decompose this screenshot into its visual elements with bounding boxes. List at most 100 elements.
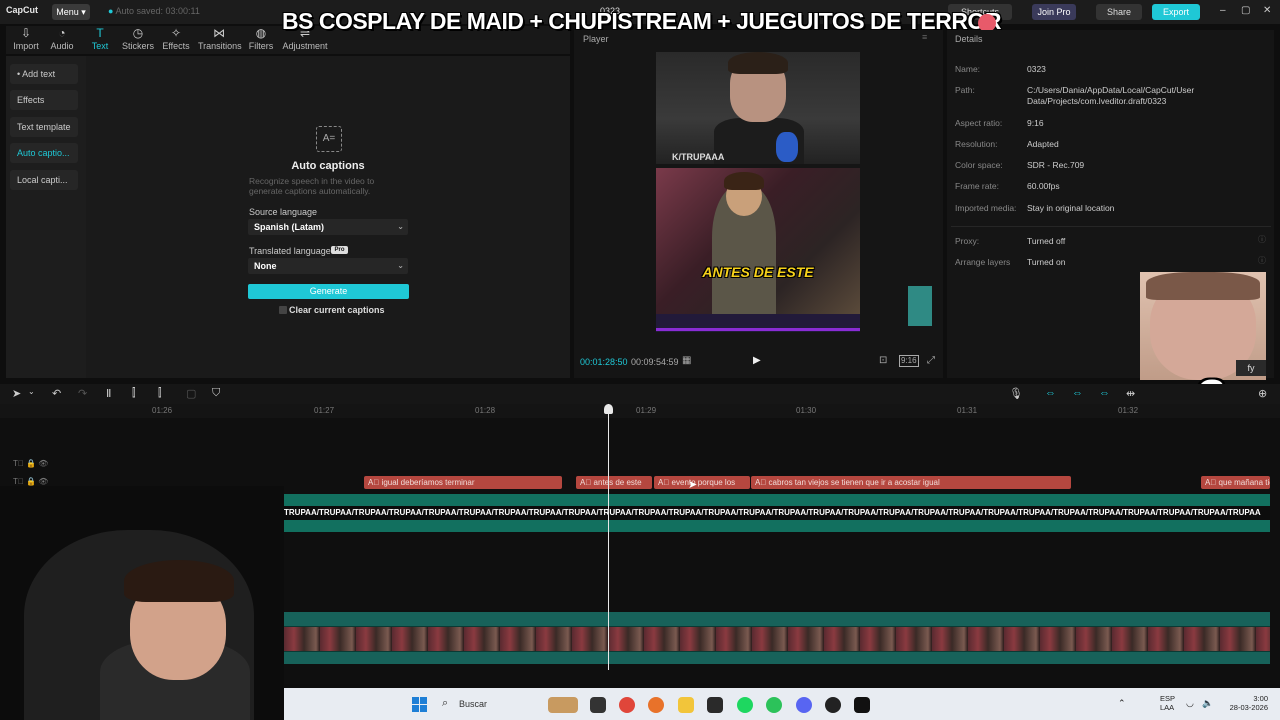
delete-icon[interactable]: ▢ xyxy=(186,387,196,400)
chrome-icon[interactable] xyxy=(619,697,635,713)
toolbar-label: Audio xyxy=(50,41,74,51)
source-language-value: Spanish (Latam) xyxy=(254,222,325,232)
total-timecode: 00:09:54:59 xyxy=(631,357,679,367)
microphone-icon xyxy=(776,132,798,162)
caption-clip[interactable]: A⃒ cabros tan viejos se tienen que ir a … xyxy=(751,476,1071,489)
source-language-select[interactable]: Spanish (Latam) ⌄ xyxy=(248,219,408,235)
playhead[interactable] xyxy=(608,404,609,670)
autosave-status: ● Auto saved: 03:00:11 xyxy=(108,6,200,16)
sidenav-effects[interactable]: Effects xyxy=(10,90,78,110)
spotify-icon[interactable] xyxy=(737,697,753,713)
translated-language-value: None xyxy=(254,261,277,271)
microphone-icon[interactable]: 🎙 xyxy=(1009,387,1023,400)
redo-icon[interactable]: ↷ xyxy=(78,387,87,400)
shield-icon[interactable]: ⛉ xyxy=(212,387,220,400)
caption-clip[interactable]: A⃒ antes de este xyxy=(576,476,652,489)
add-icon[interactable]: ⊕ xyxy=(1258,387,1267,400)
discord-icon[interactable] xyxy=(796,697,812,713)
toolbar-stickers[interactable]: ◷ Stickers xyxy=(118,26,158,54)
video-thumbnails[interactable] xyxy=(284,626,1270,652)
toolbar-label: Effects xyxy=(162,41,190,51)
clear-captions-checkbox[interactable] xyxy=(279,306,287,314)
caption-clip[interactable]: A⃒ que mañana tie xyxy=(1201,476,1270,489)
export-button[interactable]: Export xyxy=(1152,4,1200,20)
autosave-text: Auto saved: 03:00:11 xyxy=(115,6,200,16)
transitions-icon: ⋈ xyxy=(213,26,225,40)
toolbar-label: Import xyxy=(13,41,39,51)
timeline-grid-icon[interactable]: ▦ xyxy=(682,355,691,366)
help-icon[interactable]: ⓘ xyxy=(1258,234,1266,245)
menu-button[interactable]: Menu ▾ xyxy=(52,4,90,20)
watermark-text: /TRUPAAA xyxy=(678,152,725,162)
text-overlay-clip[interactable]: TRUPAA/TRUPAA/TRUPAA/TRUPAA/TRUPAA/TRUPA… xyxy=(284,506,1270,520)
modify-button[interactable]: fy xyxy=(1236,360,1266,376)
select-tool-icon[interactable]: ➤ xyxy=(12,387,21,400)
link-icon[interactable]: ⇔ xyxy=(1045,387,1056,399)
whatsapp-icon[interactable] xyxy=(766,697,782,713)
task-view-icon[interactable] xyxy=(590,697,606,713)
search-icon[interactable]: ⌕ xyxy=(442,697,448,710)
taskbar-clock[interactable]: 3:00 28-03-2026 xyxy=(1226,694,1268,712)
ruler-tick: 01:28 xyxy=(475,406,496,415)
menu-icon[interactable]: ≡ xyxy=(922,32,927,42)
detail-key: Color space: xyxy=(955,160,1003,170)
minimize-button[interactable]: – xyxy=(1220,5,1226,16)
app-icon[interactable] xyxy=(707,697,723,713)
auto-captions-icon: A= xyxy=(316,126,342,152)
volume-icon[interactable]: 🔈 xyxy=(1202,698,1213,709)
playhead-handle[interactable] xyxy=(604,404,613,414)
obs-icon[interactable] xyxy=(825,697,841,713)
screenshot-icon[interactable]: ⊡ xyxy=(879,355,887,366)
toolbar-label: Transitions xyxy=(198,41,242,51)
snap-icon[interactable]: ⇔ xyxy=(1072,387,1083,399)
aspect-ratio-button[interactable]: 9:16 xyxy=(899,355,919,367)
share-button[interactable]: Share xyxy=(1096,4,1142,20)
close-button[interactable]: ✕ xyxy=(1263,5,1271,16)
detail-key: Name: xyxy=(955,64,981,74)
capcut-taskbar-icon[interactable] xyxy=(854,697,870,713)
keyboard-language[interactable]: ESP LAA xyxy=(1160,694,1175,712)
current-timecode: 00:01:28:50 xyxy=(580,357,628,367)
toolbar-filters[interactable]: ◍ Filters xyxy=(241,26,281,54)
toolbar-effects[interactable]: ✧ Effects xyxy=(156,26,196,54)
caption-clip[interactable]: A⃒ evento porque los xyxy=(654,476,750,489)
text-icon: T xyxy=(96,26,104,40)
generate-button[interactable]: Generate xyxy=(248,284,409,299)
play-icon[interactable]: ▶ xyxy=(753,355,761,366)
details-label: Details xyxy=(955,34,983,44)
fullscreen-icon[interactable]: ⤢ xyxy=(927,355,935,366)
windows-start-icon[interactable] xyxy=(412,697,427,712)
split-right-icon[interactable]: ⫿ xyxy=(158,387,162,400)
sidenav-local-captions[interactable]: Local capti... xyxy=(10,170,78,190)
translated-language-select[interactable]: None ⌄ xyxy=(248,258,408,274)
toolbar-audio[interactable]: ◔ Audio xyxy=(42,26,82,54)
preview-axis-icon[interactable]: ⇔ xyxy=(1099,387,1110,399)
detail-value: Turned off xyxy=(1027,236,1066,246)
help-icon[interactable]: ⓘ xyxy=(1258,255,1266,266)
zoom-fit-icon[interactable]: ⇹ xyxy=(1126,387,1135,400)
detail-value: Turned on xyxy=(1027,257,1066,267)
toolbar-transitions[interactable]: ⋈ Transitions xyxy=(198,26,242,54)
toolbar-label: Stickers xyxy=(121,41,154,51)
tray-expand-icon[interactable]: ⌃ xyxy=(1118,698,1126,709)
network-icon[interactable]: ◡ xyxy=(1186,698,1194,709)
webcam-hair xyxy=(124,560,234,602)
join-pro-button[interactable]: Join Pro xyxy=(1032,4,1076,20)
sidenav-auto-captions[interactable]: Auto captio... xyxy=(10,143,78,163)
import-icon: ⇩ xyxy=(20,26,32,40)
file-explorer-icon[interactable] xyxy=(678,697,694,713)
toolbar-label: Filters xyxy=(248,41,274,51)
toolbar-text[interactable]: T Text xyxy=(80,26,120,54)
toolbar-import[interactable]: ⇩ Import xyxy=(6,26,46,54)
firefox-icon[interactable] xyxy=(648,697,664,713)
sidenav-text-template[interactable]: Text template xyxy=(10,117,78,137)
caption-clip[interactable]: A⃒ igual deberíamos terminar xyxy=(364,476,562,489)
detail-value: Adapted xyxy=(1027,139,1059,149)
undo-icon[interactable]: ↶ xyxy=(52,387,61,400)
split-left-icon[interactable]: ⫿ xyxy=(132,387,136,400)
split-icon[interactable]: Ⅱ xyxy=(106,387,111,400)
maximize-button[interactable]: ▢ xyxy=(1241,5,1250,16)
taskbar-search[interactable]: Buscar xyxy=(459,699,487,709)
sidenav-add-text[interactable]: • Add text xyxy=(10,64,78,84)
chevron-down-icon[interactable]: ⌄ xyxy=(28,387,35,396)
